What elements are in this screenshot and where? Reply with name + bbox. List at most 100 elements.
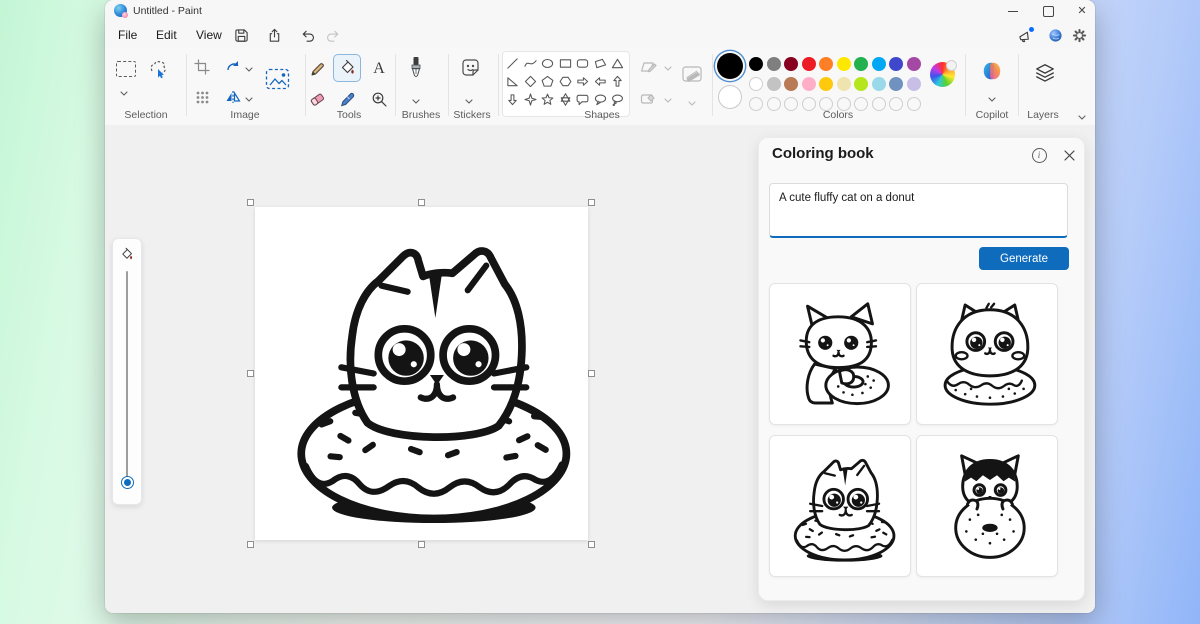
palette-color-c3c3c3[interactable]: [767, 77, 781, 91]
shape-line[interactable]: [504, 54, 522, 72]
shape-curve[interactable]: [522, 54, 540, 72]
shape-speech-oval[interactable]: [592, 90, 610, 108]
layers-button[interactable]: [1032, 60, 1058, 86]
palette-color-ffc90d[interactable]: [819, 77, 833, 91]
shape-speech-cloud[interactable]: [609, 90, 627, 108]
shape-partial-2[interactable]: [522, 108, 540, 117]
redo-button[interactable]: [321, 24, 345, 46]
slider-track[interactable]: [126, 271, 128, 483]
palette-custom-slot[interactable]: [854, 97, 868, 111]
account-button[interactable]: [1043, 24, 1067, 46]
palette-color-7092be[interactable]: [889, 77, 903, 91]
close-button[interactable]: ✕: [1067, 0, 1095, 22]
shape-triangle[interactable]: [609, 54, 627, 72]
palette-custom-slot[interactable]: [907, 97, 921, 111]
menu-view[interactable]: View: [189, 26, 229, 45]
settings-button[interactable]: [1067, 24, 1091, 46]
shape-diamond[interactable]: [522, 72, 540, 90]
selection-handle-w[interactable]: [247, 370, 254, 377]
palette-custom-slot[interactable]: [802, 97, 816, 111]
palette-color-fee800[interactable]: [837, 57, 851, 71]
shape-star-four[interactable]: [522, 90, 540, 108]
announcements-button[interactable]: [1013, 24, 1037, 46]
maximize-button[interactable]: [1033, 0, 1063, 22]
selection-dropdown[interactable]: [115, 86, 133, 100]
thumbnail-round-cat-on-donut[interactable]: [916, 283, 1058, 425]
shape-right-triangle[interactable]: [504, 72, 522, 90]
shape-star-five[interactable]: [539, 90, 557, 108]
shape-oval[interactable]: [539, 54, 557, 72]
menu-file[interactable]: File: [111, 26, 144, 45]
palette-custom-slot[interactable]: [767, 97, 781, 111]
palette-color-ec1c24[interactable]: [802, 57, 816, 71]
palette-color-7f7f7f[interactable]: [767, 57, 781, 71]
shape-polygon[interactable]: [592, 54, 610, 72]
thumbnail-bw-cat-behind-donut[interactable]: [916, 435, 1058, 577]
palette-color-880020[interactable]: [784, 57, 798, 71]
undo-button[interactable]: [296, 24, 320, 46]
selection-handle-e[interactable]: [588, 370, 595, 377]
palette-custom-slot[interactable]: [889, 97, 903, 111]
generate-button[interactable]: Generate: [979, 247, 1069, 270]
slider-thumb[interactable]: [122, 477, 133, 488]
palette-custom-slot[interactable]: [872, 97, 886, 111]
thickness-button[interactable]: [678, 60, 706, 88]
shape-partial-1[interactable]: [504, 108, 522, 117]
freeform-select-button[interactable]: [145, 56, 171, 82]
shape-star-six[interactable]: [557, 90, 575, 108]
shape-hexagon[interactable]: [557, 72, 575, 90]
stickers-button[interactable]: [457, 54, 483, 80]
shape-speech-rounded[interactable]: [574, 90, 592, 108]
remove-background-button[interactable]: [261, 62, 295, 96]
panel-close-button[interactable]: [1060, 146, 1078, 164]
copilot-button[interactable]: [979, 58, 1005, 84]
crop-button[interactable]: [189, 54, 215, 80]
rect-select-button[interactable]: [113, 56, 139, 82]
edit-colors-button[interactable]: [930, 62, 955, 87]
palette-color-c8bfe7[interactable]: [907, 77, 921, 91]
paint-canvas[interactable]: [255, 207, 588, 540]
selection-handle-nw[interactable]: [247, 199, 254, 206]
palette-color-ffffff[interactable]: [749, 77, 763, 91]
share-button[interactable]: [262, 24, 286, 46]
primary-color-swatch[interactable]: [717, 53, 743, 79]
save-button[interactable]: [229, 24, 253, 46]
brushes-button[interactable]: [403, 54, 429, 80]
palette-custom-slot[interactable]: [749, 97, 763, 111]
shape-rounded-rectangle[interactable]: [574, 54, 592, 72]
palette-color-3f48cc[interactable]: [889, 57, 903, 71]
shape-arrow-down[interactable]: [504, 90, 522, 108]
palette-color-b97a56[interactable]: [784, 77, 798, 91]
palette-color-a349a4[interactable]: [907, 57, 921, 71]
shape-arrow-up[interactable]: [609, 72, 627, 90]
palette-color-b5e61d[interactable]: [854, 77, 868, 91]
rotate-dropdown[interactable]: [242, 56, 256, 82]
pattern-button[interactable]: [189, 84, 215, 110]
menu-edit[interactable]: Edit: [149, 26, 184, 45]
pencil-tool[interactable]: [304, 56, 330, 82]
palette-custom-slot[interactable]: [784, 97, 798, 111]
shape-arrow-right[interactable]: [574, 72, 592, 90]
selection-handle-sw[interactable]: [247, 541, 254, 548]
selection-handle-se[interactable]: [588, 541, 595, 548]
palette-color-efe4b0[interactable]: [837, 77, 851, 91]
selection-handle-s[interactable]: [418, 541, 425, 548]
thumbnail-cat-head-in-donut[interactable]: [769, 435, 911, 577]
shape-rectangle[interactable]: [557, 54, 575, 72]
palette-color-99d9ea[interactable]: [872, 77, 886, 91]
shape-pentagon[interactable]: [539, 72, 557, 90]
selection-handle-ne[interactable]: [588, 199, 595, 206]
fill-tool[interactable]: [333, 54, 361, 82]
shape-outline-dropdown[interactable]: [661, 55, 675, 81]
minimize-button[interactable]: [998, 0, 1028, 22]
secondary-color-swatch[interactable]: [718, 85, 742, 109]
palette-color-ff7f27[interactable]: [819, 57, 833, 71]
palette-color-23b14d[interactable]: [854, 57, 868, 71]
thumbnail-cat-hugging-donut[interactable]: [769, 283, 911, 425]
magnifier-tool[interactable]: [366, 86, 392, 112]
shape-fill-dropdown[interactable]: [661, 87, 675, 113]
thickness-dropdown[interactable]: [685, 90, 699, 116]
selection-handle-n[interactable]: [418, 199, 425, 206]
palette-color-000000[interactable]: [749, 57, 763, 71]
eraser-tool[interactable]: [304, 86, 330, 112]
